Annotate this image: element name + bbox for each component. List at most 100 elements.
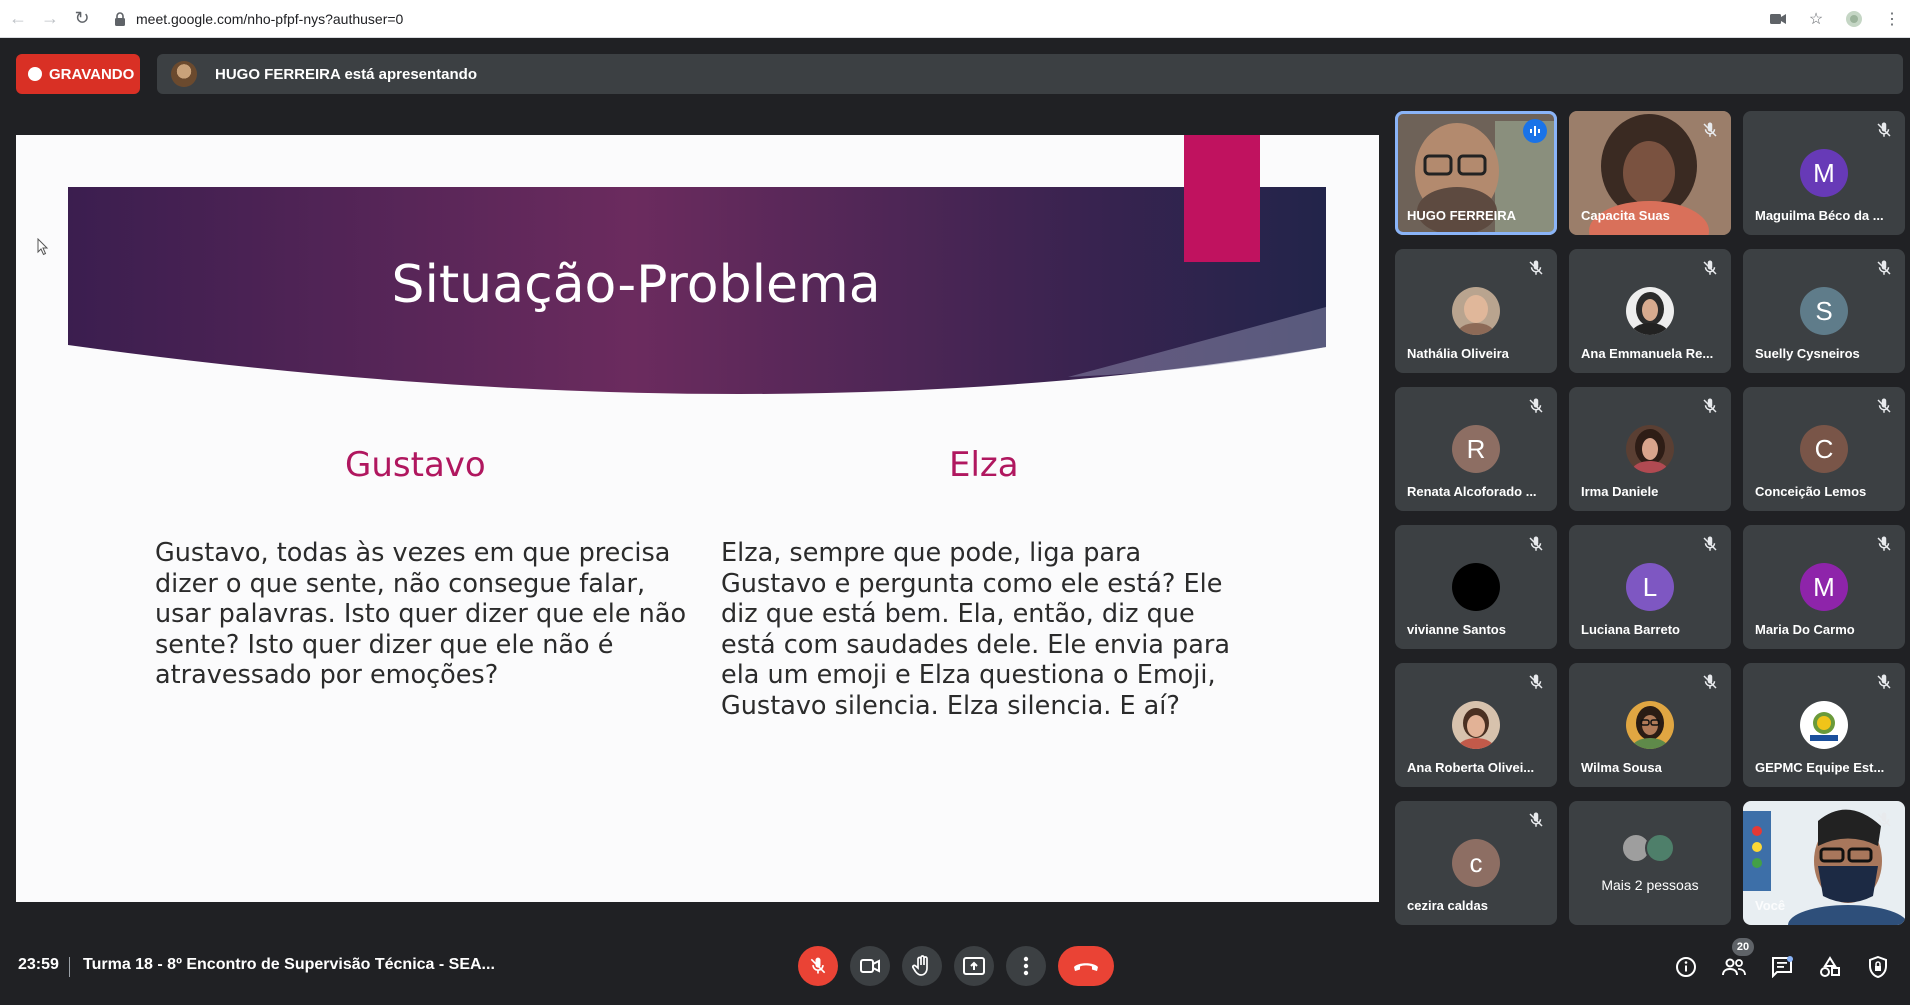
participant-tile[interactable]: vivianne Santos: [1395, 525, 1557, 649]
present-screen-button[interactable]: [954, 946, 994, 986]
participant-name: Maria Do Carmo: [1755, 622, 1855, 637]
host-controls-button[interactable]: [1866, 955, 1890, 979]
hang-up-icon: [1074, 963, 1098, 971]
chat-button[interactable]: [1770, 955, 1794, 979]
text-line: dizer o que sente, não consegue falar,: [155, 568, 646, 599]
participant-tile[interactable]: L Luciana Barreto: [1569, 525, 1731, 649]
participant-name: Renata Alcoforado ...: [1407, 484, 1537, 499]
participant-name: Suelly Cysneiros: [1755, 346, 1860, 361]
text-line: atravessado por emoções?: [155, 660, 499, 690]
participant-tile[interactable]: C Conceição Lemos: [1743, 387, 1905, 511]
avatar: L: [1626, 563, 1674, 611]
meeting-title: Turma 18 - 8º Encontro de Supervisão Téc…: [83, 956, 495, 973]
more-options-button[interactable]: [1006, 946, 1046, 986]
text-line: diz que está bem. Ela, então, diz que: [721, 599, 1195, 629]
text-line: está com saudades dele. Ele envia para: [721, 629, 1230, 660]
elza-text: Elza, sempre que pode, liga para Gustavo…: [721, 538, 1230, 721]
meeting-clock: 23:59: [18, 956, 59, 973]
participant-name: cezira caldas: [1407, 898, 1488, 913]
participant-name: Ana Roberta Olivei...: [1407, 760, 1535, 775]
participant-name: Conceição Lemos: [1755, 484, 1867, 499]
self-view-tile[interactable]: Você: [1743, 801, 1905, 925]
participant-tile[interactable]: GEPMC Equipe Est...: [1743, 663, 1905, 787]
text-line: Gustavo, todas às vezes em que precisa: [155, 538, 671, 568]
camera-in-use-icon[interactable]: [1768, 9, 1788, 29]
lock-icon: [112, 11, 128, 27]
activities-button[interactable]: [1818, 955, 1842, 979]
bookmark-star-icon[interactable]: ☆: [1806, 9, 1826, 29]
avatar: [1626, 425, 1674, 473]
participant-tile-more[interactable]: Mais 2 pessoas: [1569, 801, 1731, 925]
leave-call-button[interactable]: [1058, 946, 1114, 986]
mic-off-icon: [1703, 260, 1717, 275]
meeting-info-button[interactable]: [1674, 955, 1698, 979]
avatar: [1645, 833, 1675, 863]
avatar: [1800, 701, 1848, 749]
camera-icon: [860, 959, 880, 973]
participant-tile[interactable]: R Renata Alcoforado ...: [1395, 387, 1557, 511]
avatar: [1452, 563, 1500, 611]
mic-off-icon: [1877, 260, 1891, 275]
mic-off-icon: [1703, 398, 1717, 413]
browser-toolbar: ← → ↻ meet.google.com/nho-pfpf-nys?authu…: [0, 0, 1910, 38]
mic-off-icon: [1877, 398, 1891, 413]
participant-tile[interactable]: Ana Roberta Olivei...: [1395, 663, 1557, 787]
people-button[interactable]: [1722, 955, 1746, 979]
speaking-indicator-icon: [1523, 119, 1547, 143]
participant-tile[interactable]: M Maria Do Carmo: [1743, 525, 1905, 649]
camera-toggle-button[interactable]: [850, 946, 890, 986]
info-icon: [1676, 957, 1696, 977]
raise-hand-button[interactable]: [902, 946, 942, 986]
participant-tile[interactable]: HUGO FERREIRA: [1395, 111, 1557, 235]
participant-tile[interactable]: Capacita Suas: [1569, 111, 1731, 235]
slide-title: Situação-Problema: [391, 255, 881, 315]
mic-off-icon: [1877, 536, 1891, 551]
text-line: ela um emoji e Elza questiona o Emoji,: [721, 660, 1216, 690]
text-line: Gustavo silencia. Elza silencia. E aí?: [721, 690, 1180, 721]
participant-name: GEPMC Equipe Est...: [1755, 760, 1885, 775]
text-line: sente? Isto quer dizer que ele não é: [155, 629, 614, 660]
gustavo-heading: Gustavo: [345, 445, 486, 485]
participant-name: HUGO FERREIRA: [1407, 208, 1517, 223]
participant-tile[interactable]: M Maguilma Béco da ...: [1743, 111, 1905, 235]
avatar: S: [1800, 287, 1848, 335]
avatar: C: [1800, 425, 1848, 473]
reload-icon[interactable]: ↻: [68, 5, 96, 33]
avatar: M: [1800, 563, 1848, 611]
participant-name: vivianne Santos: [1407, 622, 1506, 637]
extension-icon[interactable]: [1844, 9, 1864, 29]
participant-name: Capacita Suas: [1581, 208, 1670, 223]
avatar: [1626, 701, 1674, 749]
participant-tile[interactable]: S Suelly Cysneiros: [1743, 249, 1905, 373]
mic-off-icon: [1877, 812, 1891, 827]
elza-heading: Elza: [949, 445, 1019, 485]
back-icon[interactable]: ←: [4, 5, 32, 33]
presenter-avatar: [171, 61, 197, 87]
mic-off-icon: [1529, 674, 1543, 689]
text-line: usar palavras. Isto quer dizer que ele n…: [155, 599, 687, 629]
mic-off-icon: [810, 957, 826, 974]
more-people-avatars: [1621, 833, 1685, 865]
participant-tile[interactable]: Nathália Oliveira: [1395, 249, 1557, 373]
browser-menu-icon[interactable]: ⋮: [1882, 9, 1902, 29]
people-count-badge: 20: [1732, 938, 1754, 956]
mic-toggle-button[interactable]: [798, 946, 838, 986]
participant-tile[interactable]: Irma Daniele: [1569, 387, 1731, 511]
avatar: M: [1800, 149, 1848, 197]
avatar: c: [1452, 839, 1500, 887]
participant-name: Wilma Sousa: [1581, 760, 1662, 775]
participant-tile[interactable]: Wilma Sousa: [1569, 663, 1731, 787]
participant-name: Maguilma Béco da ...: [1755, 208, 1884, 223]
participant-tile[interactable]: Ana Emmanuela Re...: [1569, 249, 1731, 373]
recording-indicator[interactable]: GRAVANDO: [16, 54, 140, 94]
participant-tile[interactable]: c cezira caldas: [1395, 801, 1557, 925]
mic-off-icon: [1877, 122, 1891, 137]
slide-accent-bar: [1184, 135, 1260, 262]
presentation-slide: Situação-Problema Gustavo Gustavo, todas…: [16, 135, 1379, 902]
address-bar[interactable]: meet.google.com/nho-pfpf-nys?authuser=0: [112, 5, 403, 33]
avatar: [1452, 287, 1500, 335]
text-line: Gustavo e pergunta como ele está? Ele: [721, 568, 1223, 599]
forward-icon[interactable]: →: [36, 5, 64, 33]
gustavo-text: Gustavo, todas às vezes em que precisa d…: [155, 538, 686, 691]
mic-off-icon: [1877, 674, 1891, 689]
